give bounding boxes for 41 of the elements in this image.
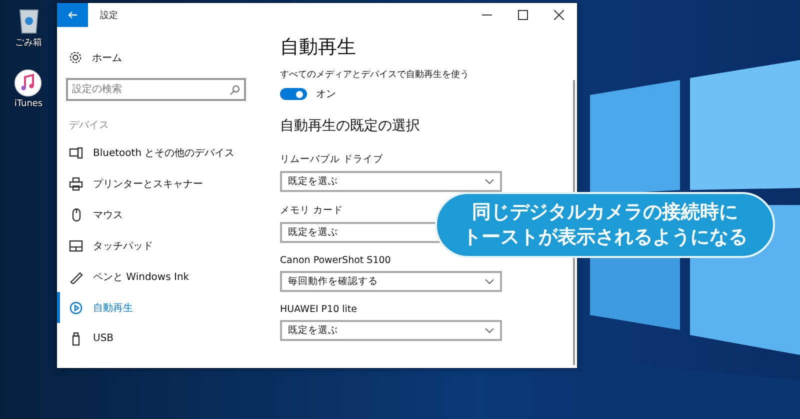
- sidebar-item[interactable]: 自動再生: [57, 292, 270, 323]
- sidebar-item[interactable]: タッチパッド: [57, 230, 270, 261]
- dropdown[interactable]: 既定を選ぶ: [280, 320, 502, 341]
- chevron-down-icon: [485, 278, 494, 284]
- sidebar-item[interactable]: マウス: [57, 199, 270, 230]
- music-app-icon: [14, 69, 42, 97]
- sidebar-item[interactable]: USB: [57, 323, 270, 354]
- back-button[interactable]: [57, 3, 88, 27]
- chevron-down-icon: [485, 178, 494, 184]
- dropdown-label: Canon PowerShot S100: [280, 255, 391, 266]
- dropdown-label: HUAWEI P10 lite: [280, 304, 357, 315]
- desktop-icon-label[interactable]: ごみ箱: [15, 36, 42, 49]
- keyboard-icon: [69, 146, 83, 160]
- search-icon: [230, 85, 240, 95]
- dropdown[interactable]: 毎回動作を確認する: [280, 271, 502, 292]
- section-title: 自動再生の既定の選択: [280, 117, 420, 135]
- play-circle-icon: [69, 300, 83, 314]
- page-title: 自動再生: [280, 35, 356, 60]
- dropdown[interactable]: 既定を選ぶ: [280, 171, 502, 192]
- dropdown-label: リムーバブル ドライブ: [280, 153, 384, 166]
- caption-text: 同じデジタルカメラの接続時に: [472, 200, 738, 225]
- close-icon: [554, 10, 564, 20]
- desktop-icon-label[interactable]: iTunes: [14, 99, 43, 109]
- touchpad-icon: [69, 238, 83, 252]
- sidebar-item[interactable]: ペンと Windows Ink: [57, 261, 270, 292]
- toggle-switch[interactable]: [280, 88, 307, 100]
- back-arrow-icon: [68, 11, 78, 19]
- sidebar-item[interactable]: Bluetooth とその他のデバイス: [57, 137, 270, 168]
- maximize-icon: [518, 10, 528, 20]
- printer-icon: [69, 176, 83, 190]
- toggle-state: オン: [316, 88, 336, 101]
- section-heading: デバイス: [68, 119, 110, 133]
- settings-icon: [69, 51, 82, 64]
- home-nav-item[interactable]: ホーム: [57, 42, 270, 73]
- pen-icon: [69, 270, 83, 284]
- dropdown-label: メモリ カード: [280, 204, 344, 217]
- toggle-label: すべてのメディアとデバイスで自動再生を使う: [280, 68, 469, 81]
- window-title: 設定: [100, 10, 119, 22]
- chevron-down-icon: [485, 328, 494, 334]
- search-field[interactable]: 設定の検索: [66, 78, 246, 101]
- sidebar-item[interactable]: プリンターとスキャナー: [57, 168, 270, 199]
